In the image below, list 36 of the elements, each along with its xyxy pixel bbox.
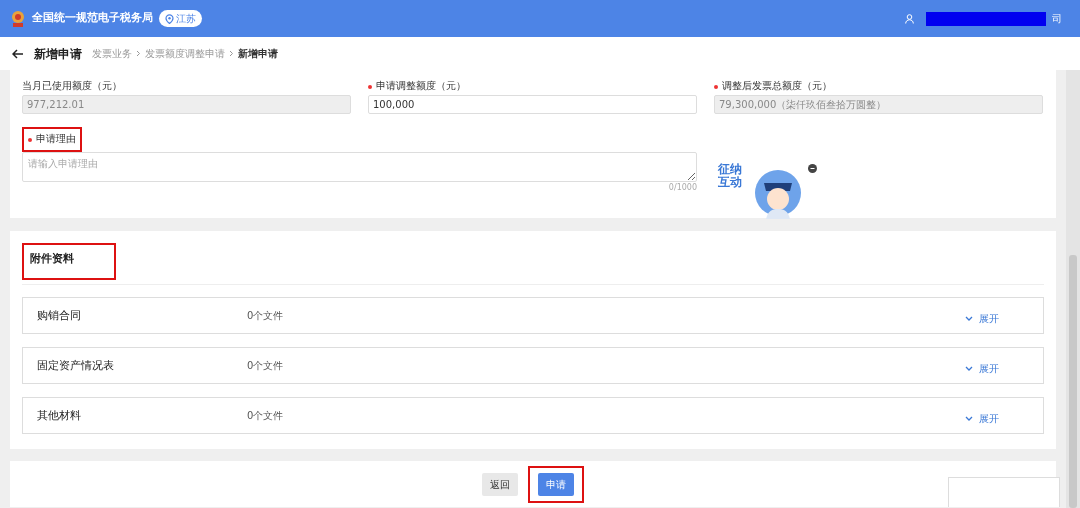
chevron-icon (229, 50, 234, 57)
field-label: 调整后发票总额度（元） (722, 79, 832, 93)
file-count: 0个文件 (247, 408, 285, 423)
close-icon[interactable] (808, 163, 817, 172)
chevron-icon (136, 50, 141, 57)
file-count: 0个文件 (247, 308, 285, 323)
reason-textarea[interactable]: 请输入申请理由 (22, 152, 697, 182)
file-count: 0个文件 (247, 358, 285, 373)
expand-toggle[interactable]: 展开 (965, 311, 1029, 326)
field-label: 申请调整额度（元） (376, 79, 466, 93)
field-label: 申请理由 (36, 132, 76, 146)
section-title: 附件资料 (30, 251, 74, 267)
attachment-name: 其他材料 (37, 407, 82, 423)
page-title: 新增申请 (34, 45, 82, 63)
expand-toggle[interactable]: 展开 (965, 411, 1029, 426)
user-name[interactable]: 司 (1052, 11, 1062, 26)
region-selector[interactable]: 江苏 (159, 10, 202, 27)
chevron-down-icon (965, 365, 973, 372)
mascot-caption: 征纳互动 (718, 163, 743, 190)
back-arrow-icon[interactable] (12, 48, 24, 59)
site-title: 全国统一规范电子税务局 (32, 10, 153, 27)
pin-icon (165, 13, 174, 24)
emblem-icon (10, 9, 26, 28)
chevron-down-icon (965, 415, 973, 422)
expand-toggle[interactable]: 展开 (965, 361, 1029, 376)
breadcrumb-link[interactable]: 发票业务 (92, 46, 132, 61)
character-counter: 0/1000 (667, 182, 697, 194)
submit-button[interactable]: 申请 (538, 472, 574, 496)
back-button[interactable]: 返回 (482, 472, 518, 496)
attachment-name: 固定资产情况表 (37, 357, 115, 373)
field-label: 当月已使用额度（元） (22, 79, 122, 93)
chevron-down-icon (965, 315, 973, 322)
user-icon[interactable] (905, 13, 914, 24)
breadcrumb-link[interactable]: 发票额度调整申请 (145, 46, 225, 61)
attachment-name: 购销合同 (37, 307, 82, 323)
input-field[interactable]: 100,000 (368, 95, 697, 114)
